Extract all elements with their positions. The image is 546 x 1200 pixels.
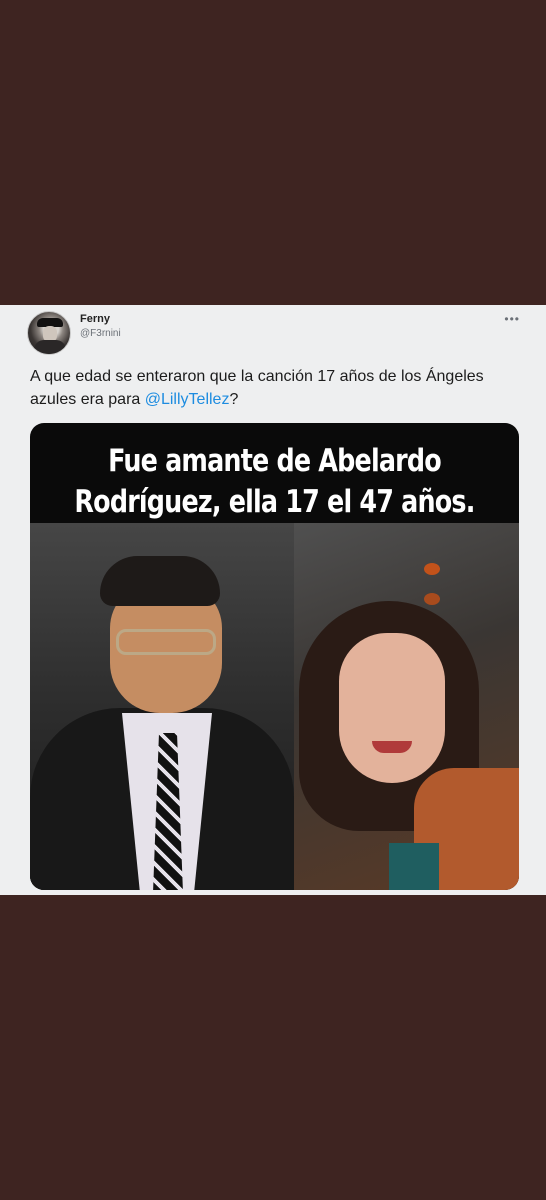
avatar[interactable] [27,311,71,355]
more-options-icon[interactable]: ••• [504,313,520,325]
tweet-media-image[interactable]: Fue amante de Abelardo Rodríguez, ella 1… [30,423,519,890]
caption-line-2: Rodríguez, ella 17 el 47 años. [74,484,475,520]
photo-woman [294,523,519,890]
display-name[interactable]: Ferny [80,313,121,325]
man-hair [100,556,220,606]
author-names: Ferny @F3rnini [80,313,121,339]
top-background-band [0,0,546,305]
tweet-text: A que edad se enteraron que la canción 1… [30,365,525,411]
tweet-card[interactable]: Ferny @F3rnini ••• A que edad se enterar… [0,305,546,895]
tweet-header: Ferny @F3rnini ••• [27,309,526,355]
man-glasses [116,629,216,655]
media-caption: Fue amante de Abelardo Rodríguez, ella 1… [74,441,475,523]
photo-man [30,523,294,890]
bottom-background-band [0,895,546,1200]
background-lights [424,563,440,575]
tweet-text-body: A que edad se enteraron que la canción 1… [30,368,484,408]
woman-top [389,843,439,890]
tweet-text-tail: ? [229,391,239,408]
caption-line-1: Fue amante de Abelardo [108,443,442,479]
mention-link[interactable]: @LillyTellez [145,391,230,408]
woman-lips [372,741,412,753]
woman-face [339,633,445,783]
avatar-body [34,340,66,354]
user-handle[interactable]: @F3rnini [80,328,121,339]
